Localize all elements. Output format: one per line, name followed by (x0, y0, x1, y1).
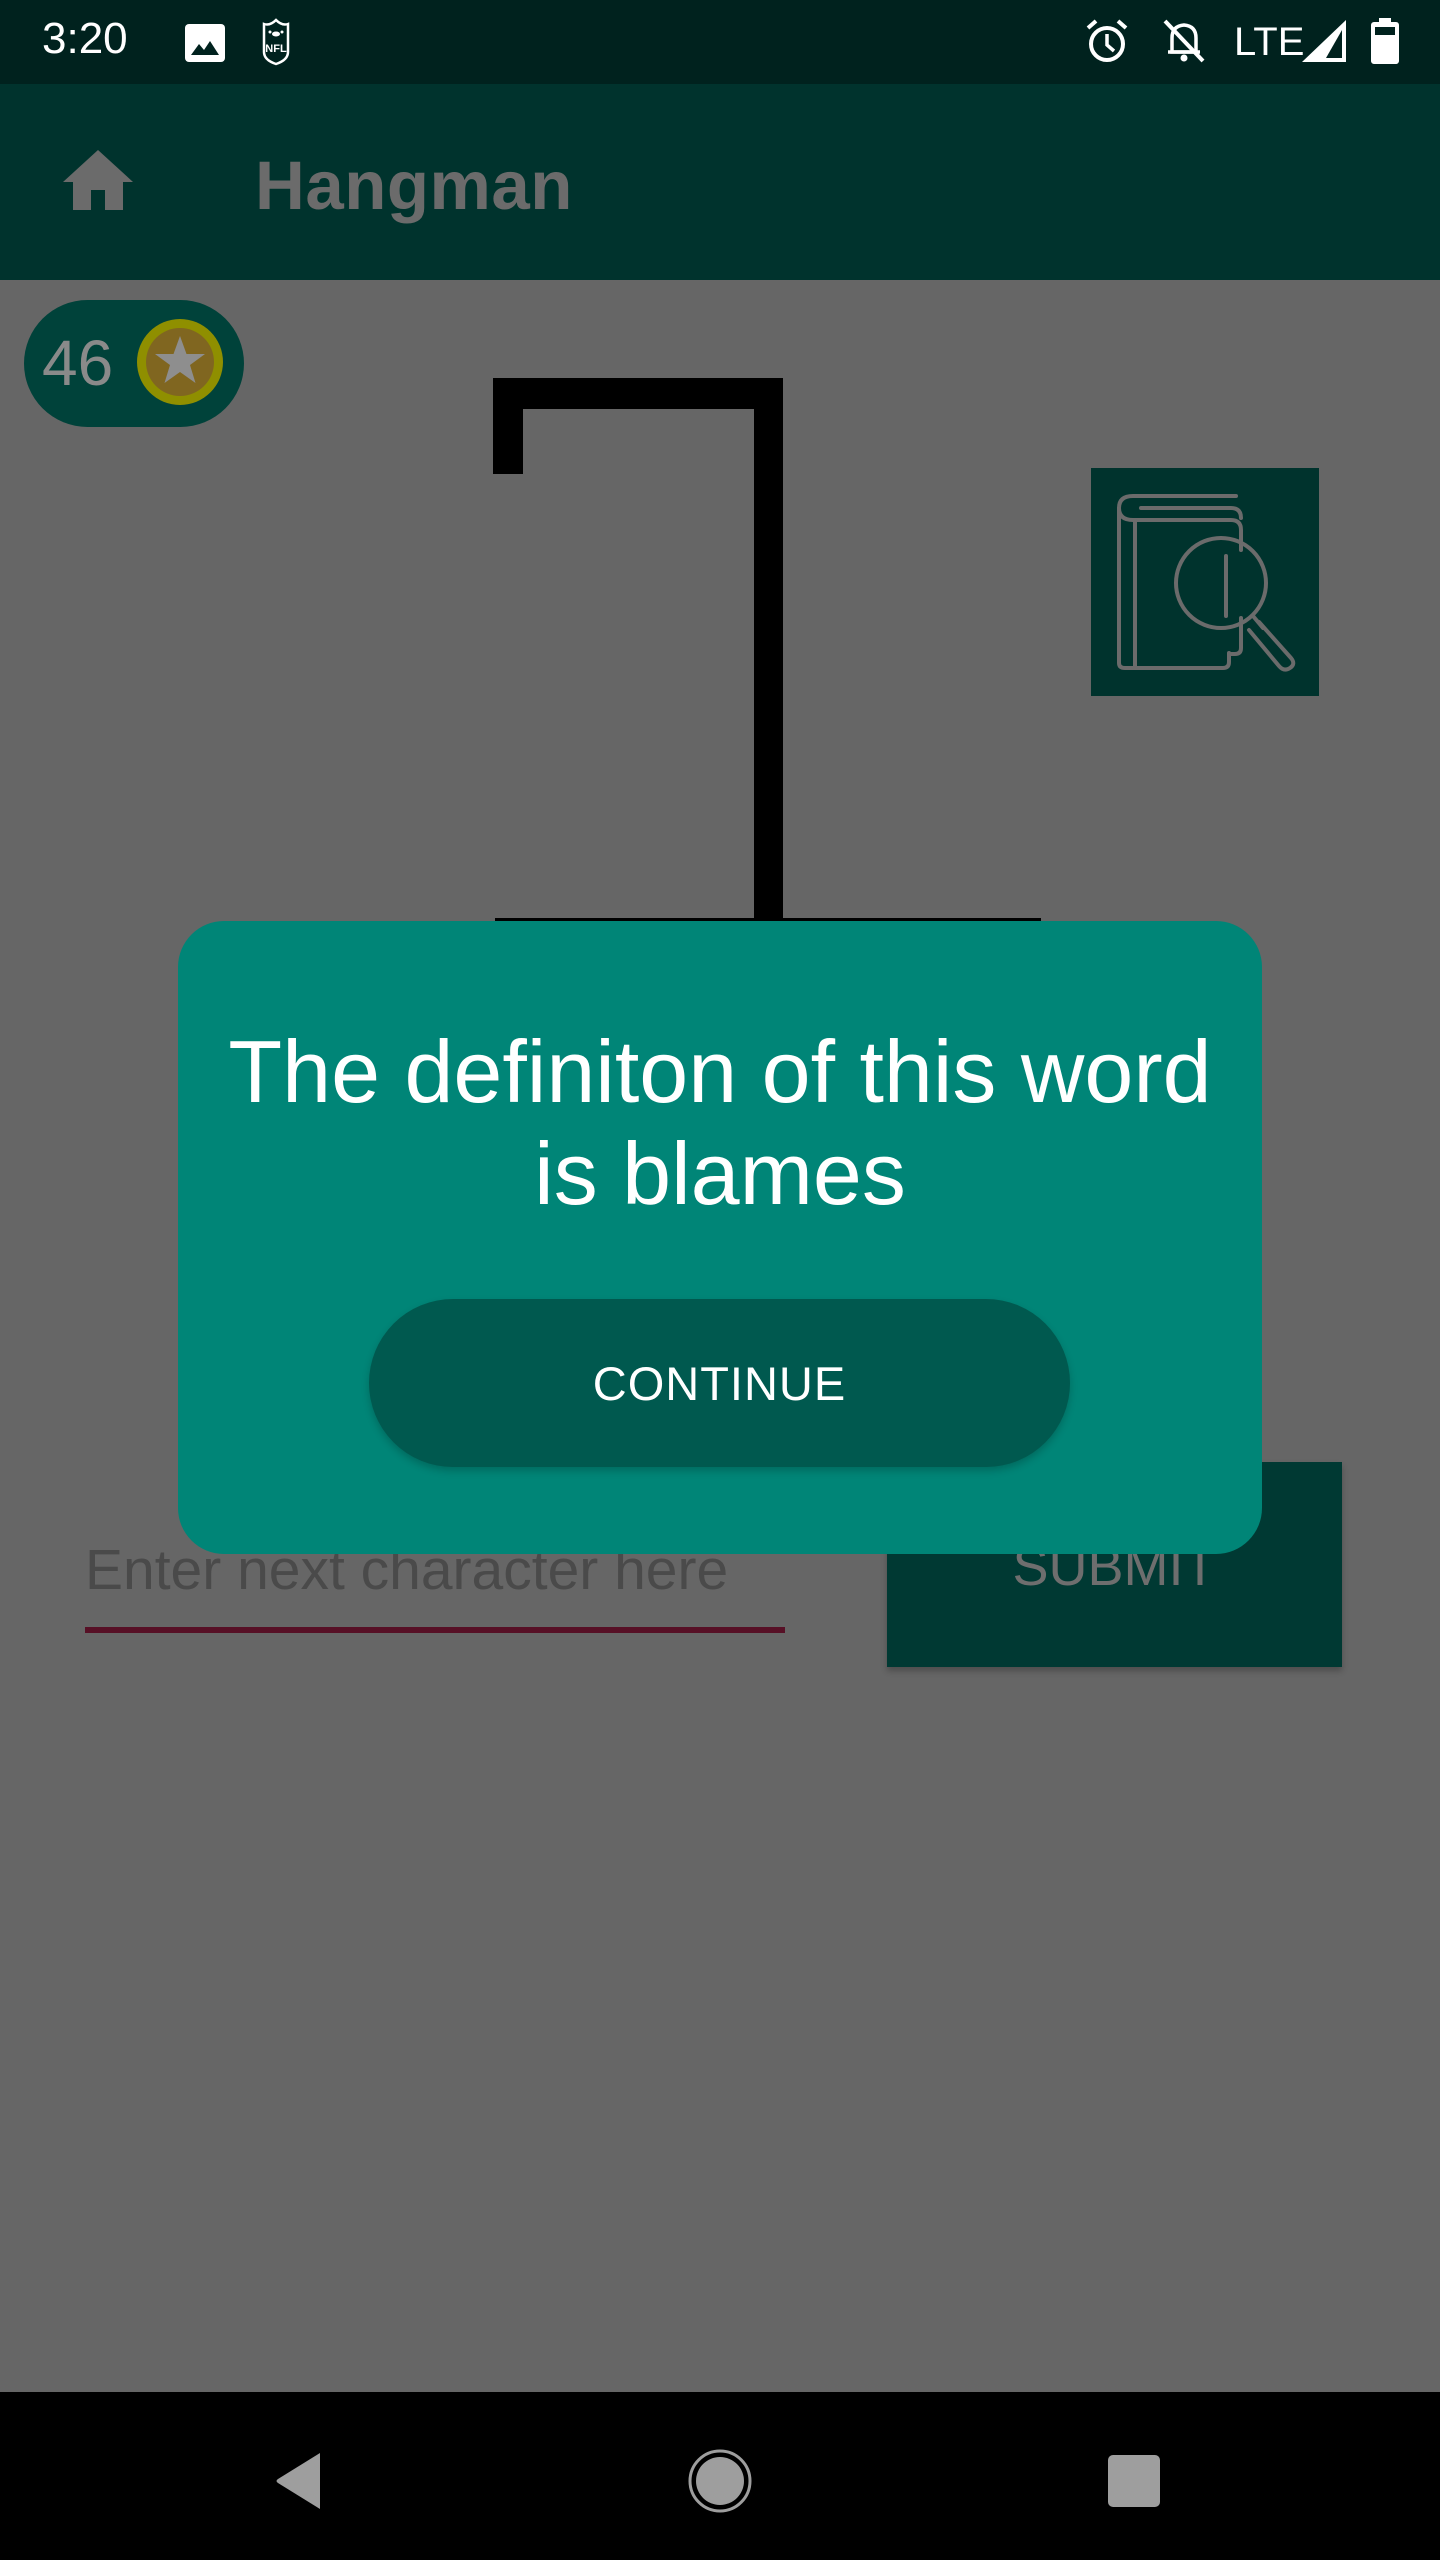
nfl-app-icon: NFL (262, 18, 290, 66)
nav-recents-button[interactable] (1089, 2436, 1179, 2526)
image-notification-icon (185, 24, 225, 62)
dictionary-button[interactable] (1091, 468, 1319, 696)
home-button[interactable] (50, 140, 145, 220)
recents-icon (1108, 2455, 1160, 2507)
input-underline (85, 1627, 785, 1633)
home-icon (62, 150, 133, 210)
battery-icon (1371, 18, 1399, 64)
nav-back-button[interactable] (254, 2436, 344, 2526)
app-title: Hangman (255, 147, 573, 224)
svg-text:NFL: NFL (265, 43, 287, 55)
gallows-rope (493, 378, 523, 474)
dialog-message: The definiton of this word is blames (228, 1022, 1212, 1223)
gallows-top-beam (493, 378, 783, 409)
gallows-post (754, 378, 783, 923)
continue-button[interactable]: CONTINUE (369, 1299, 1070, 1467)
back-icon (276, 2453, 320, 2509)
notifications-off-icon (1163, 19, 1205, 63)
alarm-icon (1086, 19, 1128, 62)
status-time: 3:20 (42, 14, 128, 63)
app-bar (0, 84, 1440, 280)
book-magnifier-icon (1117, 494, 1296, 672)
definition-dialog: The definiton of this word is blames CON… (178, 921, 1262, 1554)
network-type-label: LTE (1234, 20, 1305, 64)
star-coin-icon (137, 319, 223, 405)
coin-count: 46 (42, 327, 114, 399)
nav-home-button[interactable] (675, 2436, 765, 2526)
home-circle-icon (688, 2449, 752, 2513)
signal-icon (1302, 20, 1346, 62)
